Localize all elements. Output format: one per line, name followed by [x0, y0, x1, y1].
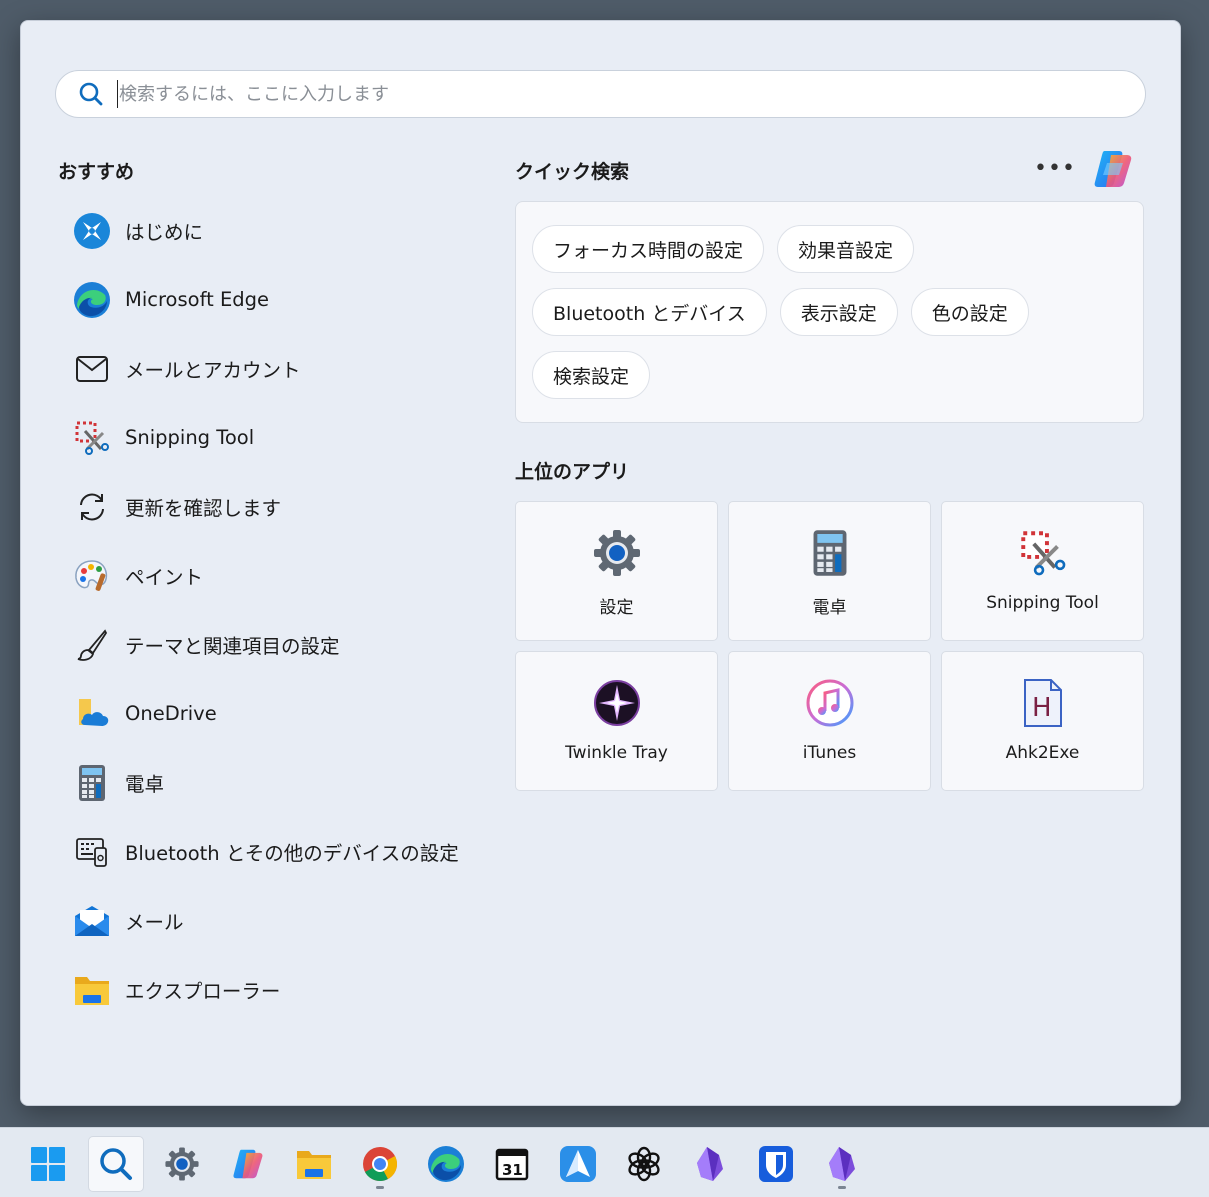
app-tile-ahk2exe[interactable]: H Ahk2Exe — [941, 651, 1144, 791]
app-tile-twinkle-tray[interactable]: Twinkle Tray — [515, 651, 718, 791]
recommended-item-bluetooth[interactable]: Bluetooth とその他のデバイスの設定 — [61, 817, 481, 886]
chip-color-settings[interactable]: 色の設定 — [910, 288, 1029, 336]
recommended-item-mail[interactable]: メール — [61, 886, 481, 955]
itunes-icon — [804, 677, 856, 729]
recommended-item-label: ペイント — [125, 566, 204, 589]
recommended-item-label: メールとアカウント — [125, 359, 301, 382]
twinkle-tray-icon — [591, 677, 643, 729]
devices-icon — [73, 833, 111, 871]
chip-focus-settings[interactable]: フォーカス時間の設定 — [532, 225, 765, 273]
app-tile-calculator[interactable]: 電卓 — [728, 501, 931, 641]
recommended-item-snipping-tool[interactable]: Snipping Tool — [61, 403, 481, 472]
snipping-tool-icon — [1017, 527, 1069, 579]
copilot-icon[interactable] — [220, 1136, 276, 1192]
app-tile-label: Snipping Tool — [986, 593, 1099, 613]
ahk2exe-icon: H — [1017, 677, 1069, 729]
running-indicator — [838, 1186, 846, 1189]
text-caret — [117, 80, 118, 108]
recommended-item-calculator[interactable]: 電卓 — [61, 748, 481, 817]
send-icon[interactable] — [550, 1136, 606, 1192]
start-search-panel: おすすめ はじめに Microsoft Edge — [20, 20, 1181, 1106]
obsidian-icon[interactable] — [682, 1136, 738, 1192]
recommended-list: はじめに Microsoft Edge メールとアカウント Snipping T… — [61, 196, 481, 1024]
app-tile-label: Ahk2Exe — [1005, 743, 1080, 763]
recommended-item-edge[interactable]: Microsoft Edge — [61, 265, 481, 334]
recommended-item-label: Microsoft Edge — [125, 288, 270, 311]
recommended-item-mail-accounts[interactable]: メールとアカウント — [61, 334, 481, 403]
bitwarden-icon[interactable] — [748, 1136, 804, 1192]
recommended-item-label: はじめに — [125, 221, 204, 244]
more-options-button[interactable]: ••• — [1034, 153, 1075, 183]
app-tile-label: Twinkle Tray — [565, 743, 668, 763]
settings-gear-icon — [591, 527, 643, 579]
search-input[interactable] — [119, 74, 1145, 114]
app-tile-label: 電卓 — [812, 598, 847, 618]
top-apps-title: 上位のアプリ — [515, 461, 630, 483]
folder-icon — [73, 971, 111, 1009]
search-box[interactable] — [55, 70, 1146, 118]
copilot-icon[interactable] — [1089, 145, 1137, 193]
settings-icon[interactable] — [154, 1136, 210, 1192]
quick-search-box: フォーカス時間の設定 効果音設定 Bluetooth とデバイス 表示設定 色の… — [515, 201, 1144, 423]
app-tile-label: 設定 — [599, 598, 634, 618]
quick-search-chips: フォーカス時間の設定 効果音設定 Bluetooth とデバイス 表示設定 色の… — [532, 225, 1132, 414]
chip-row: Bluetooth とデバイス 表示設定 色の設定 — [532, 288, 1132, 336]
recommended-item-label: Bluetooth とその他のデバイスの設定 — [125, 842, 459, 865]
recommended-item-explorer[interactable]: エクスプローラー — [61, 955, 481, 1024]
app-tile-snipping-tool[interactable]: Snipping Tool — [941, 501, 1144, 641]
recommended-item-themes[interactable]: テーマと関連項目の設定 — [61, 610, 481, 679]
edge-icon — [73, 281, 111, 319]
get-started-icon — [73, 212, 111, 250]
top-apps-grid: 設定 電卓 Snipping Tool Twinkle Tray iTunes … — [515, 501, 1144, 791]
file-explorer-icon[interactable] — [286, 1136, 342, 1192]
brush-icon — [73, 626, 111, 664]
recommended-item-label: テーマと関連項目の設定 — [125, 635, 340, 658]
chatgpt-icon[interactable] — [616, 1136, 672, 1192]
mail-outline-icon — [73, 350, 111, 388]
taskbar: 31 — [0, 1127, 1209, 1197]
recommended-title: おすすめ — [58, 161, 135, 183]
calculator-icon — [804, 527, 856, 579]
app-tile-itunes[interactable]: iTunes — [728, 651, 931, 791]
search-icon — [79, 82, 103, 106]
search-icon[interactable] — [88, 1136, 144, 1192]
chip-display-settings[interactable]: 表示設定 — [779, 288, 898, 336]
app-tile-label: iTunes — [802, 743, 857, 763]
chrome-icon[interactable] — [352, 1136, 408, 1192]
recommended-item-label: メール — [125, 911, 184, 934]
onedrive-icon — [73, 695, 111, 733]
recommended-item-get-started[interactable]: はじめに — [61, 196, 481, 265]
recommended-item-check-updates[interactable]: 更新を確認します — [61, 472, 481, 541]
chip-sound-settings[interactable]: 効果音設定 — [777, 225, 915, 273]
quick-search-title: クイック検索 — [515, 161, 630, 183]
windows-start-icon[interactable] — [20, 1136, 76, 1192]
obsidian-icon[interactable] — [814, 1136, 870, 1192]
running-indicator — [376, 1186, 384, 1189]
chip-row: フォーカス時間の設定 効果音設定 — [532, 225, 1132, 273]
snipping-tool-icon — [73, 419, 111, 457]
paint-icon — [73, 557, 111, 595]
chip-bluetooth-devices[interactable]: Bluetooth とデバイス — [532, 288, 767, 336]
recommended-item-label: 電卓 — [125, 773, 165, 796]
ahk-letter: H — [1032, 693, 1052, 723]
mail-app-icon — [73, 902, 111, 940]
recommended-item-label: OneDrive — [125, 702, 217, 725]
calendar-icon[interactable]: 31 — [484, 1136, 540, 1192]
calendar-day: 31 — [502, 1161, 523, 1179]
recommended-item-label: Snipping Tool — [125, 426, 255, 449]
app-tile-settings[interactable]: 設定 — [515, 501, 718, 641]
calculator-icon — [73, 764, 111, 802]
chip-search-settings[interactable]: 検索設定 — [532, 351, 651, 399]
recommended-item-label: エクスプローラー — [125, 980, 281, 1003]
recommended-item-onedrive[interactable]: OneDrive — [61, 679, 481, 748]
recommended-item-label: 更新を確認します — [125, 497, 282, 520]
edge-icon[interactable] — [418, 1136, 474, 1192]
refresh-icon — [73, 488, 111, 526]
chip-row: 検索設定 — [532, 351, 1132, 399]
recommended-item-paint[interactable]: ペイント — [61, 541, 481, 610]
